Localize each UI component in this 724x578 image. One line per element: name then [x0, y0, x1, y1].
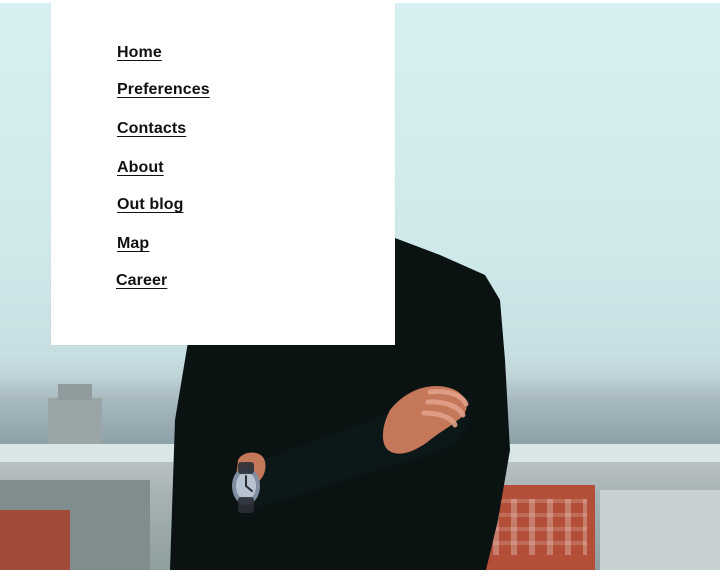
nav-link-preferences[interactable]: Preferences	[117, 80, 210, 100]
city-haze	[0, 375, 720, 445]
nav-item-map: Map	[117, 233, 149, 254]
right-border	[720, 0, 724, 578]
nav-link-about[interactable]: About	[117, 158, 164, 178]
nav-item-preferences: Preferences	[117, 79, 210, 100]
balcony-railing	[0, 444, 720, 462]
nav-link-career[interactable]: Career	[116, 271, 167, 291]
nav-item-career: Career	[116, 270, 167, 291]
bottom-border	[0, 570, 724, 578]
nav-item-about: About	[117, 157, 164, 178]
nav-link-home[interactable]: Home	[117, 43, 162, 63]
nav-link-map[interactable]: Map	[117, 234, 149, 254]
nav-item-contacts: Contacts	[117, 118, 186, 139]
building-right	[485, 485, 595, 570]
nav-item-out-blog: Out blog	[117, 194, 184, 215]
page: Home Preferences Contacts About Out blog…	[0, 0, 724, 578]
nav-link-contacts[interactable]: Contacts	[117, 119, 186, 139]
nav-link-out-blog[interactable]: Out blog	[117, 195, 184, 215]
top-border	[0, 0, 724, 3]
nav-item-home: Home	[117, 42, 162, 63]
building-far-right	[600, 490, 720, 570]
building-left	[0, 480, 150, 570]
menu-card: Home Preferences Contacts About Out blog…	[51, 0, 395, 345]
